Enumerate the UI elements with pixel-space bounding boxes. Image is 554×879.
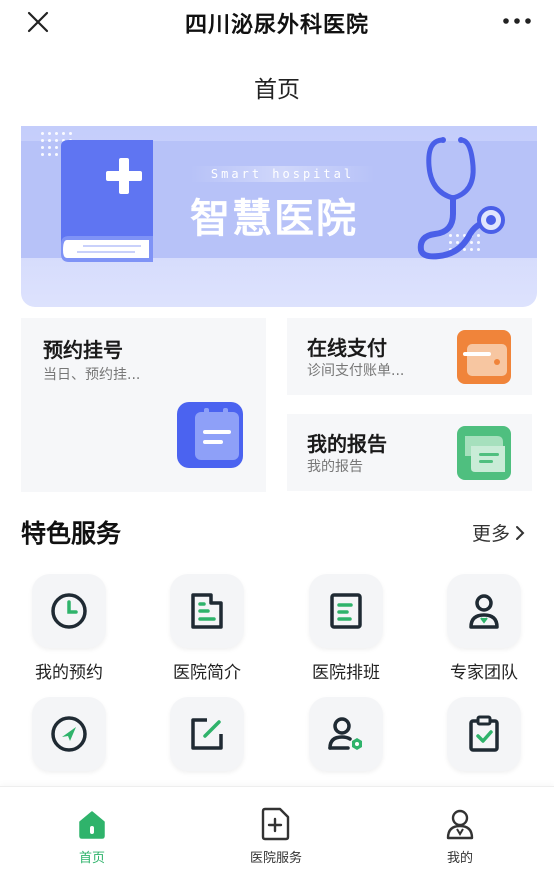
clock-icon — [51, 593, 87, 629]
top-bar: 四川泌尿外科医院 — [0, 0, 554, 44]
service-icon-box — [447, 697, 521, 771]
nav-hospital-service[interactable]: 医院服务 — [226, 807, 326, 866]
nav-icon-wrap — [42, 807, 142, 841]
nav-mine[interactable]: 我的 — [410, 807, 510, 866]
appointment-subtitle: 当日、预约挂... — [43, 367, 141, 383]
banner-subtitle: Smart hospital — [190, 166, 375, 182]
service-icon-box — [32, 574, 106, 648]
service-my-appointment[interactable]: 我的预约 — [9, 574, 129, 683]
user-settings-icon — [328, 717, 362, 750]
service-icon-box — [309, 697, 383, 771]
bottom-nav: 首页 医院服务 我的 — [0, 786, 554, 879]
nav-icon-wrap — [226, 807, 326, 841]
appointment-icon — [177, 402, 243, 472]
report-subtitle: 我的报告 — [307, 459, 363, 475]
appointment-card[interactable]: 预约挂号 当日、预约挂... — [21, 318, 266, 492]
page-title: 首页 — [254, 77, 300, 103]
service-label: 医院排班 — [312, 663, 380, 683]
medical-book-icon — [61, 140, 153, 262]
service-label: 我的预约 — [35, 663, 103, 683]
service-icon-box — [447, 574, 521, 648]
building-doc-icon — [191, 593, 223, 629]
service-icon-box — [309, 574, 383, 648]
service-expert-team[interactable]: 专家团队 — [424, 574, 544, 683]
home-icon — [79, 811, 105, 839]
nav-label: 我的 — [446, 851, 473, 866]
doctor-icon — [469, 594, 499, 629]
clipboard-check-icon — [469, 715, 499, 752]
section-title: 特色服务 — [21, 519, 122, 548]
stethoscope-icon — [417, 137, 505, 260]
nav-icon-wrap — [410, 807, 510, 841]
app-title: 四川泌尿外科医院 — [184, 13, 369, 38]
nav-home[interactable]: 首页 — [42, 807, 142, 866]
more-options-button[interactable] — [500, 8, 534, 34]
service-hospital-intro[interactable]: 医院简介 — [147, 574, 267, 683]
payment-subtitle: 诊间支付账单... — [307, 363, 405, 379]
nav-label: 首页 — [78, 851, 105, 866]
banner-title: 智慧医院 — [190, 196, 358, 242]
service-label: 医院简介 — [173, 663, 241, 683]
service-icon-box — [32, 697, 106, 771]
appointment-title: 预约挂号 — [43, 338, 123, 362]
chevron-right-icon — [516, 525, 525, 540]
payment-card[interactable]: 在线支付 诊间支付账单... — [287, 318, 532, 395]
service-label: 专家团队 — [450, 663, 518, 683]
service-icon-box — [170, 574, 244, 648]
more-link[interactable]: 更多 — [472, 519, 526, 546]
report-title: 我的报告 — [307, 432, 387, 456]
compass-icon — [51, 716, 87, 752]
payment-title: 在线支付 — [307, 336, 387, 360]
wallet-icon — [457, 330, 511, 388]
service-schedule[interactable]: 医院排班 — [286, 574, 406, 683]
schedule-doc-icon — [330, 593, 362, 629]
nav-label: 医院服务 — [249, 851, 302, 866]
more-label: 更多 — [471, 523, 510, 545]
hospital-service-icon — [261, 807, 290, 841]
report-doc-icon — [457, 426, 511, 484]
edit-icon — [191, 718, 223, 750]
report-card[interactable]: 我的报告 我的报告 — [287, 414, 532, 491]
more-dots-icon — [503, 18, 531, 24]
service-icon-box — [170, 697, 244, 771]
profile-icon — [446, 809, 474, 840]
